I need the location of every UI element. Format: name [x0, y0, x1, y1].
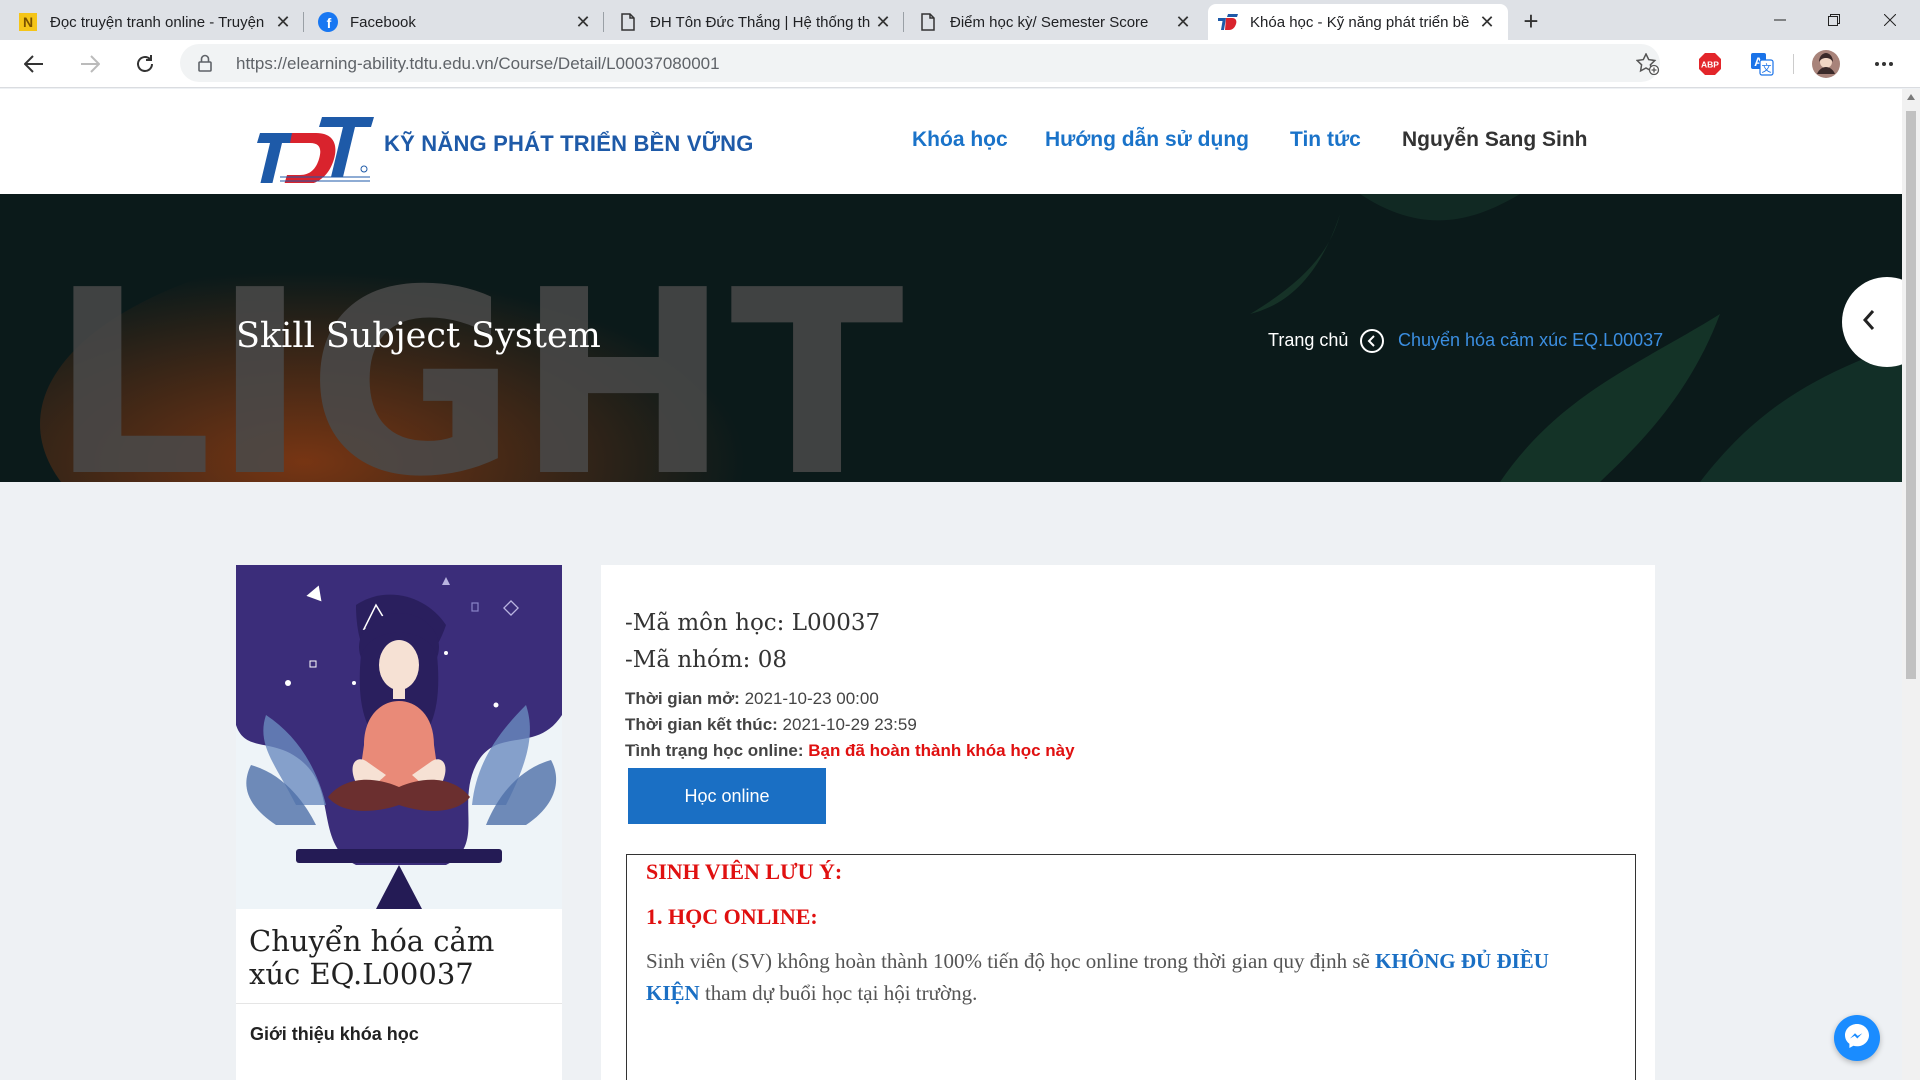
facebook-favicon: f: [318, 12, 338, 32]
tab-title: Facebook: [350, 13, 416, 31]
status-value: Bạn đã hoàn thành khóa học này: [808, 741, 1075, 760]
lock-icon[interactable]: [198, 54, 212, 77]
svg-text:ABP: ABP: [1701, 60, 1719, 70]
course-intro-link[interactable]: Giới thiệu khóa học: [250, 1024, 419, 1045]
scroll-up-icon[interactable]: [1907, 94, 1915, 100]
url-text[interactable]: https://elearning-ability.tdtu.edu.vn/Co…: [236, 54, 720, 74]
tab-separator: [303, 12, 304, 32]
tab-course-active[interactable]: Khóa học - Kỹ năng phát triển bề ✕: [1208, 4, 1508, 40]
nav-guide[interactable]: Hướng dẫn sử dụng: [1045, 128, 1249, 152]
divider: [236, 1003, 562, 1004]
course-title: Chuyển hóa cảm xúc EQ.L00037: [249, 924, 495, 991]
site-name[interactable]: KỸ NĂNG PHÁT TRIỂN BỀN VỮNG: [384, 131, 754, 157]
course-image[interactable]: [236, 565, 562, 909]
new-tab-button[interactable]: +: [1513, 4, 1549, 40]
tab-facebook[interactable]: f Facebook ✕: [308, 4, 604, 40]
tab-semester-score[interactable]: Điểm học kỳ/ Semester Score ✕: [908, 4, 1204, 40]
messenger-chat-button[interactable]: [1834, 1015, 1880, 1061]
close-icon[interactable]: ✕: [1172, 12, 1194, 33]
tab-tdtu-system[interactable]: ĐH Tôn Đức Thắng | Hệ thống th ✕: [608, 4, 904, 40]
open-time-label: Thời gian mở:: [625, 689, 740, 708]
notice-section-title: 1. HỌC ONLINE:: [646, 904, 818, 929]
restore-button[interactable]: [1806, 0, 1862, 40]
close-icon[interactable]: ✕: [272, 12, 294, 33]
course-card: Chuyển hóa cảm xúc EQ.L00037 Giới thiệu …: [236, 565, 562, 1080]
scrollbar-thumb[interactable]: [1906, 111, 1916, 679]
nav-news[interactable]: Tin tức: [1290, 128, 1361, 152]
tab-separator: [603, 12, 604, 32]
svg-text:N: N: [23, 14, 33, 30]
browser-toolbar: https://elearning-ability.tdtu.edu.vn/Co…: [0, 40, 1920, 88]
nav-courses[interactable]: Khóa học: [912, 128, 1008, 152]
page-favicon: [618, 12, 638, 32]
status-label: Tình trạng học online:: [625, 741, 804, 760]
svg-text:LIGHT: LIGHT: [50, 236, 904, 482]
tab-title: Điểm học kỳ/ Semester Score: [950, 13, 1149, 31]
hero-title: Skill Subject System: [236, 316, 601, 356]
end-time-value: 2021-10-29 23:59: [782, 715, 917, 734]
notice-text-after: tham dự buổi học tại hội trường.: [704, 981, 978, 1005]
page-viewport: KỸ NĂNG PHÁT TRIỂN BỀN VỮNG Khóa học Hướ…: [0, 89, 1902, 1080]
status-row: Tình trạng học online: Bạn đã hoàn thành…: [625, 741, 1075, 761]
breadcrumb-home[interactable]: Trang chủ: [1268, 330, 1348, 351]
messenger-icon: [1843, 1022, 1871, 1055]
toolbar-divider: [1793, 54, 1794, 74]
page-scrollbar[interactable]: [1902, 89, 1920, 1080]
end-time-label: Thời gian kết thúc:: [625, 715, 778, 734]
course-code: -Mã môn học: L00037: [625, 610, 881, 636]
minimize-button[interactable]: [1752, 0, 1808, 40]
tab-separator: [903, 12, 904, 32]
tab-title: Đọc truyện tranh online - Truyện: [50, 13, 265, 31]
translate-icon[interactable]: A文: [1746, 48, 1778, 80]
course-detail-card: -Mã môn học: L00037 -Mã nhóm: 08 Thời gi…: [601, 565, 1655, 1080]
back-button[interactable]: [16, 46, 52, 82]
notice-text-before: Sinh viên (SV) không hoàn thành 100% tiế…: [646, 949, 1370, 973]
group-code: -Mã nhóm: 08: [625, 647, 787, 673]
open-time-row: Thời gian mở: 2021-10-23 00:00: [625, 689, 879, 709]
address-bar[interactable]: https://elearning-ability.tdtu.edu.vn/Co…: [180, 44, 1660, 82]
chevron-left-circle-icon: [1359, 328, 1385, 359]
close-icon[interactable]: ✕: [572, 12, 594, 33]
close-window-button[interactable]: [1862, 0, 1918, 40]
more-icon[interactable]: [1868, 48, 1900, 80]
reload-button[interactable]: [127, 46, 163, 82]
close-icon[interactable]: ✕: [1476, 12, 1498, 33]
notice-box: SINH VIÊN LƯU Ý: 1. HỌC ONLINE: Sinh viê…: [626, 854, 1636, 1080]
tdtu-favicon: [1218, 12, 1238, 32]
profile-avatar[interactable]: [1810, 48, 1842, 80]
nettruyen-favicon: N: [18, 12, 38, 32]
tab-title: Khóa học - Kỹ năng phát triển bề: [1250, 13, 1470, 31]
site-header: KỸ NĂNG PHÁT TRIỂN BỀN VỮNG Khóa học Hướ…: [0, 89, 1902, 194]
svg-text:文: 文: [1762, 62, 1772, 75]
tab-title: ĐH Tôn Đức Thắng | Hệ thống th: [650, 13, 871, 31]
forward-button[interactable]: [72, 46, 108, 82]
adblock-icon[interactable]: ABP: [1694, 48, 1726, 80]
tab-nettruyen[interactable]: N Đọc truyện tranh online - Truyện ✕: [8, 4, 304, 40]
end-time-row: Thời gian kết thúc: 2021-10-29 23:59: [625, 715, 917, 735]
notice-heading: SINH VIÊN LƯU Ý:: [646, 859, 843, 884]
add-favorite-icon[interactable]: [1632, 48, 1664, 80]
chevron-left-icon: [1862, 309, 1876, 336]
close-icon[interactable]: ✕: [872, 12, 894, 33]
page-favicon: [918, 12, 938, 32]
breadcrumb-current[interactable]: Chuyển hóa cảm xúc EQ.L00037: [1398, 330, 1663, 351]
learn-online-button[interactable]: Học online: [628, 768, 826, 824]
hero-banner: LIGHT Skill Subject System Trang chủ Chu…: [0, 194, 1902, 482]
browser-tab-strip: N Đọc truyện tranh online - Truyện ✕ f F…: [0, 0, 1920, 40]
svg-text:f: f: [327, 15, 332, 31]
nav-user[interactable]: Nguyễn Sang Sinh: [1402, 128, 1588, 152]
open-time-value: 2021-10-23 00:00: [744, 689, 879, 708]
tdtu-logo[interactable]: [252, 111, 378, 188]
notice-text: Sinh viên (SV) không hoàn thành 100% tiế…: [646, 945, 1606, 1009]
